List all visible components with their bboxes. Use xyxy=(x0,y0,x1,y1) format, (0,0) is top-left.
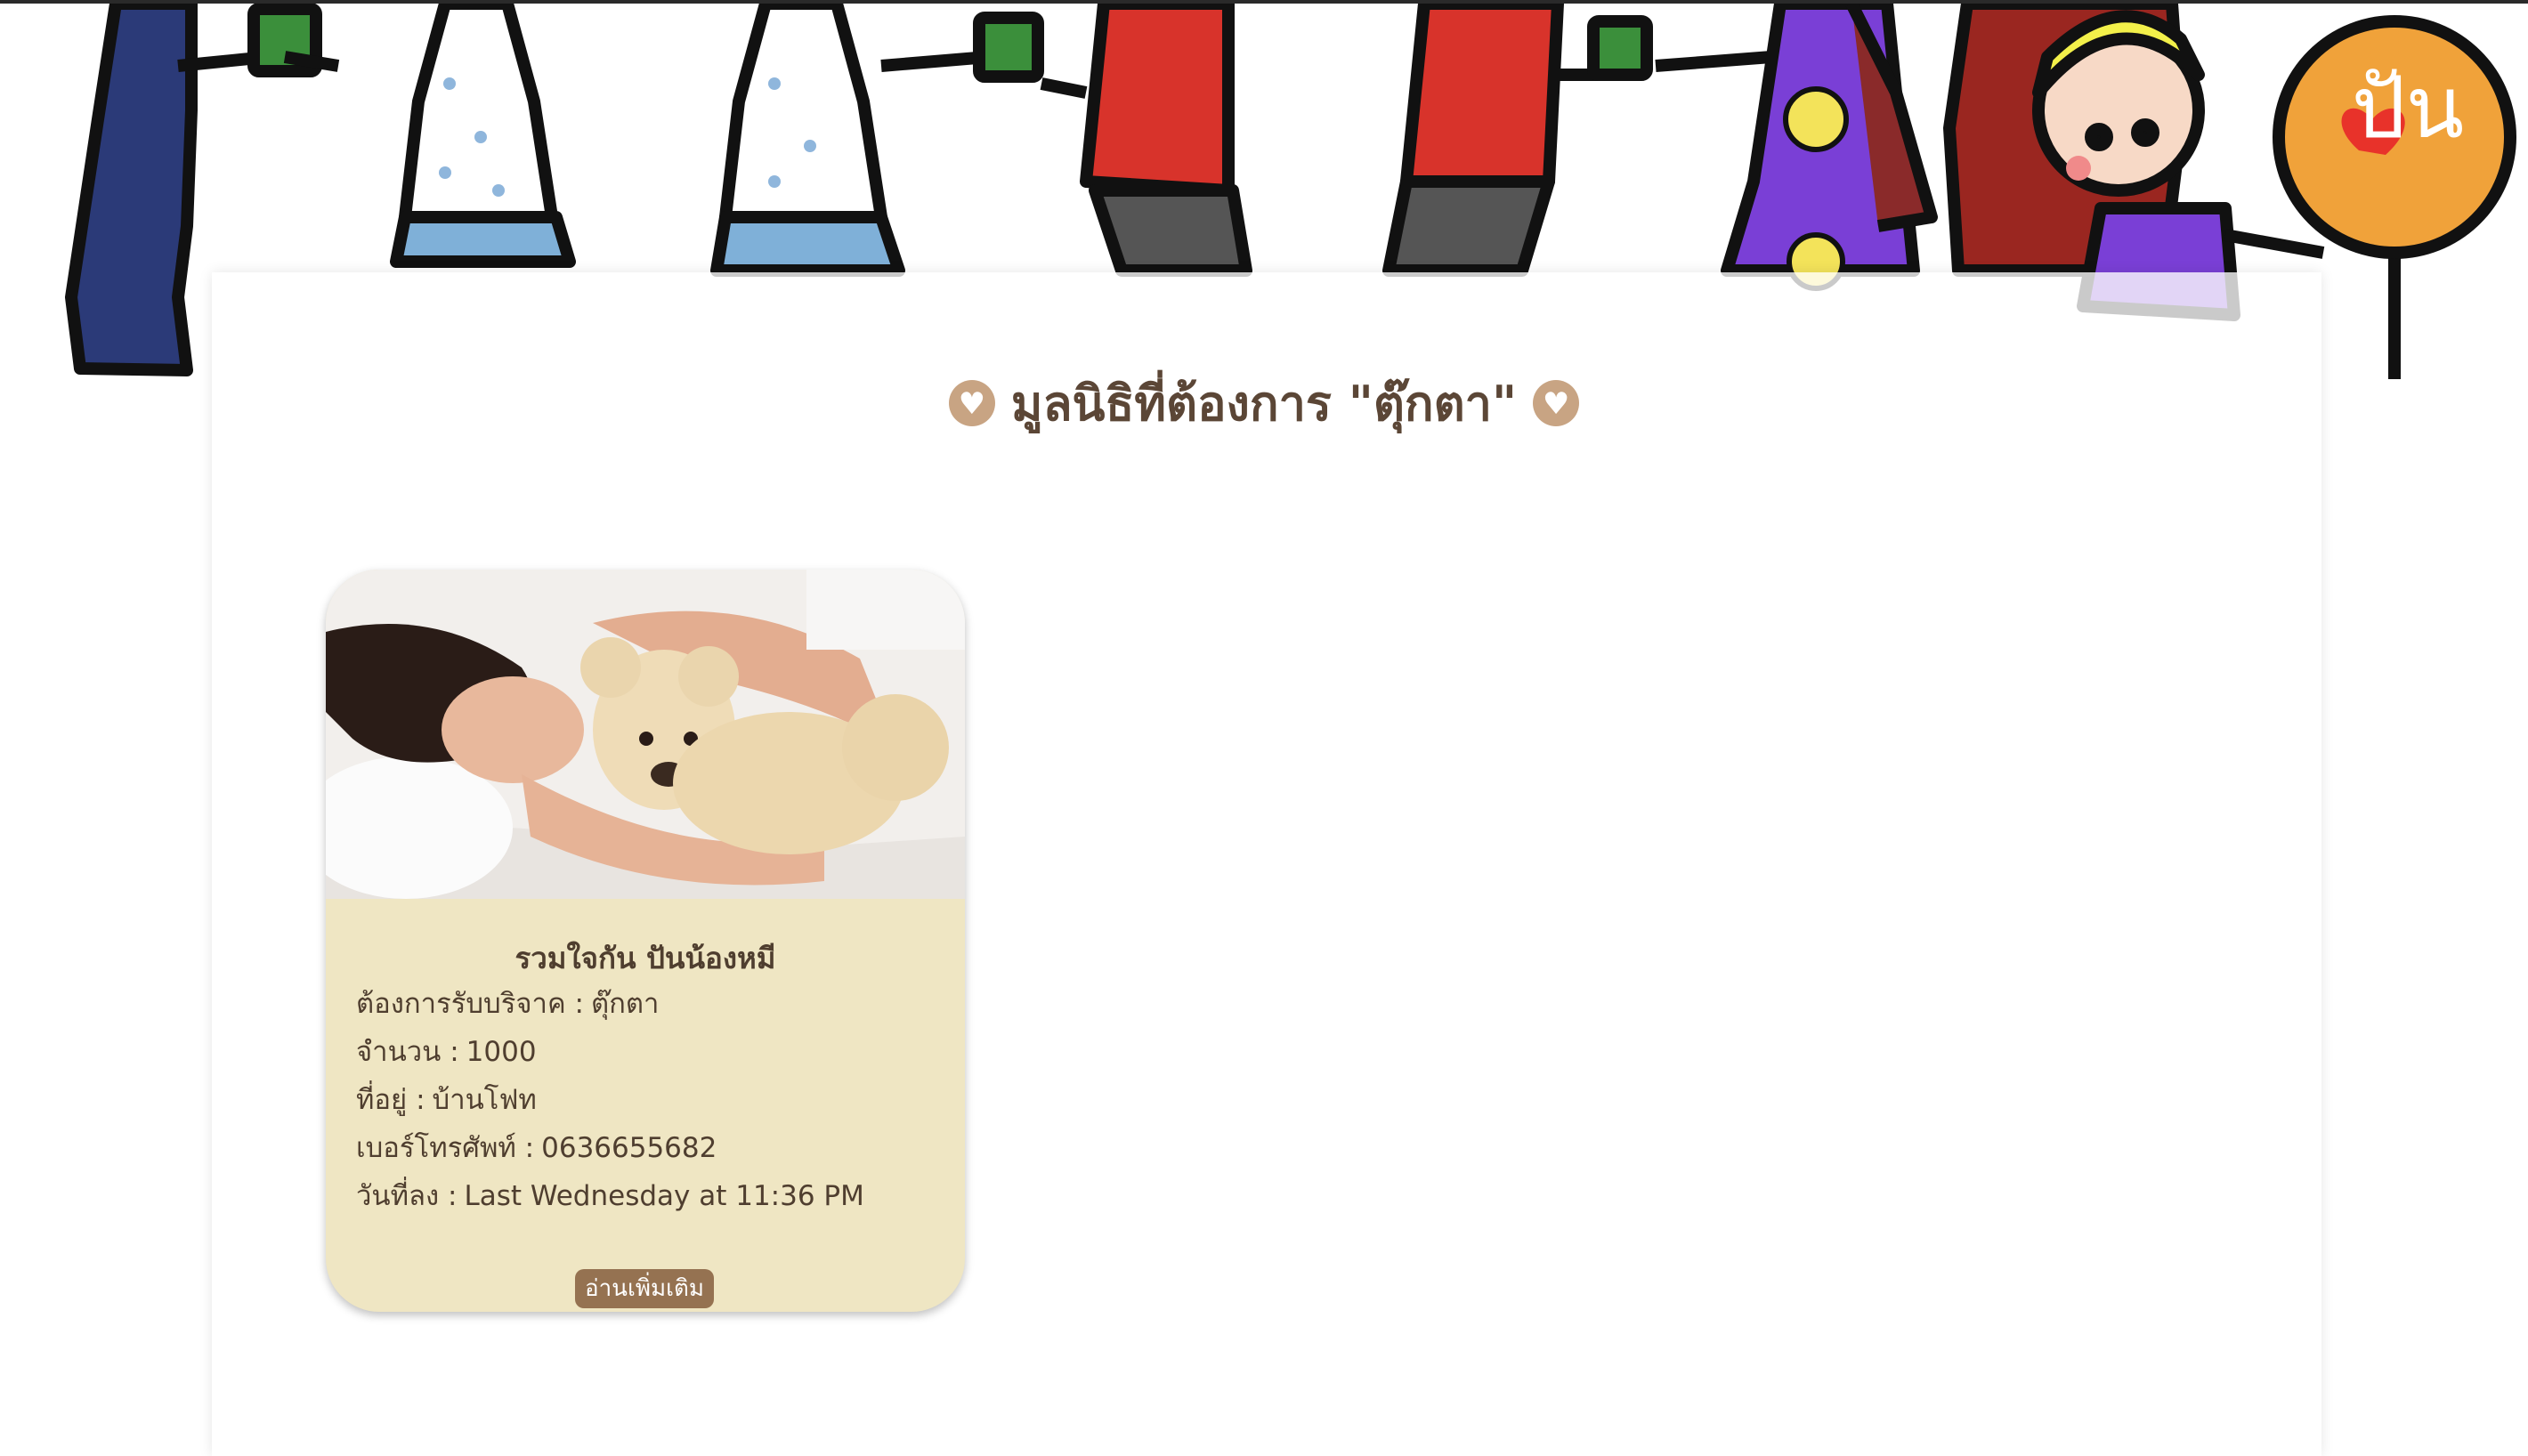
banner-kid-yellow-hat xyxy=(1943,4,2325,321)
field-value: 0636655682 xyxy=(541,1132,717,1164)
card-photo xyxy=(326,570,965,899)
field-label: วันที่ลง : xyxy=(356,1180,458,1212)
page-title: มูลนิธิที่ต้องการ "ตุ๊กตา" xyxy=(1010,376,1518,432)
field-label: ที่อยู่ : xyxy=(356,1084,425,1116)
heart-icon: ♥ xyxy=(948,380,995,427)
field-phone: เบอร์โทรศัพท์ :0636655682 xyxy=(356,1125,717,1169)
field-value: ตุ๊กตา xyxy=(590,988,660,1020)
read-more-button[interactable]: อ่านเพิ่มเติม xyxy=(575,1269,714,1308)
banner-kid-red-shirt-2 xyxy=(1382,4,1653,277)
page-title-wrap: ♥ มูลนิธิที่ต้องการ "ตุ๊กตา" ♥ xyxy=(0,365,2528,441)
banner-kid-blue-dress xyxy=(283,4,576,268)
field-label: ต้องการรับบริจาค : xyxy=(356,988,584,1020)
banner-kid-red-shirt xyxy=(1040,4,1252,277)
card-title: รวมใจกัน ปันน้องหมี xyxy=(515,941,776,975)
banner-logo-text: ปัน xyxy=(2352,58,2465,158)
field-label: จำนวน : xyxy=(356,1036,459,1068)
banner-kid-blue-dress-2 xyxy=(710,4,1044,277)
field-posted-date: วันที่ลง : Last Wednesday at 11:36 PM xyxy=(356,1173,864,1217)
field-quantity: จำนวน :1000 xyxy=(356,1029,537,1073)
field-donation-type: ต้องการรับบริจาค : ตุ๊กตา xyxy=(356,981,659,1025)
heart-icon: ♥ xyxy=(1533,380,1580,427)
field-value: 1000 xyxy=(466,1036,537,1068)
field-address: ที่อยู่ : บ้านโฟท xyxy=(356,1077,537,1121)
banner-kid-purple-dress xyxy=(1655,4,1938,291)
field-value: Last Wednesday at 11:36 PM xyxy=(464,1180,864,1212)
field-label: เบอร์โทรศัพท์ : xyxy=(356,1132,535,1164)
field-value: บ้านโฟท xyxy=(432,1084,537,1116)
foundation-card[interactable]: รวมใจกัน ปันน้องหมี ต้องการรับบริจาค : ตุ… xyxy=(326,570,965,1312)
